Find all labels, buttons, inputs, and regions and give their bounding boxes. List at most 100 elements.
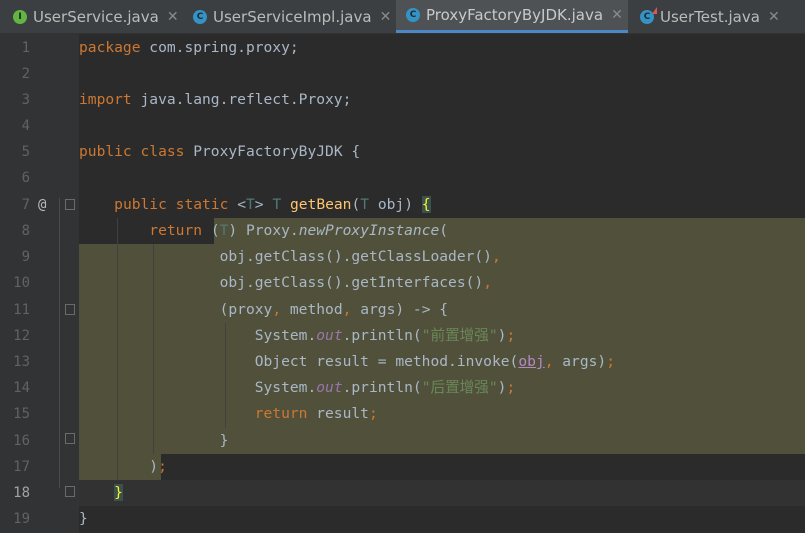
code-line-5: public class ProxyFactoryByJDK { — [79, 139, 360, 165]
tab-proxyfactorybyjdk[interactable]: C ProxyFactoryByJDK.java ✕ — [396, 0, 628, 33]
code-text: com.spring.proxy; — [140, 39, 299, 56]
punctuation: , — [272, 301, 282, 318]
line-number: 5 — [21, 144, 30, 160]
test-class-icon: C — [640, 6, 657, 24]
type-param: T — [360, 196, 370, 213]
code-text: result — [307, 405, 369, 422]
line-number: 9 — [21, 249, 30, 265]
method-name: getBean — [289, 196, 352, 213]
class-name: ProxyFactoryByJDK { — [184, 143, 361, 160]
code-line-8: return (T) Proxy.newProxyInstance( — [79, 218, 448, 244]
punctuation: , — [483, 274, 492, 291]
code-text: method — [281, 301, 343, 318]
close-icon[interactable]: ✕ — [768, 9, 780, 25]
code-line-12: System.out.println("前置增强"); — [79, 323, 516, 349]
string-literal: "前置增强" — [421, 327, 498, 344]
code-text: args) -> { — [351, 301, 449, 318]
fold-icon[interactable] — [65, 199, 75, 210]
punctuation: , — [491, 248, 501, 265]
override-marker-icon[interactable]: @ — [38, 192, 46, 218]
fold-icon[interactable] — [65, 304, 75, 315]
code-line-19: } — [79, 506, 88, 532]
captured-variable: obj — [518, 353, 545, 370]
line-number: 10 — [13, 275, 30, 291]
line-number: 1 — [21, 40, 30, 56]
close-icon[interactable]: ✕ — [380, 9, 392, 25]
interface-icon: I — [13, 9, 27, 24]
code-text: > — [254, 196, 264, 213]
punctuation: ; — [158, 458, 167, 475]
code-text: ) — [149, 458, 159, 475]
code-line-18: } — [79, 480, 123, 506]
editor-tab-bar: I UserService.java ✕ C UserServiceImpl.j… — [0, 0, 805, 34]
line-number: 15 — [13, 406, 30, 422]
close-icon[interactable]: ✕ — [611, 7, 623, 23]
tab-userserviceimpl[interactable]: C UserServiceImpl.java ✕ — [193, 0, 393, 33]
code-text: args) — [553, 353, 607, 370]
static-field: out — [316, 327, 343, 344]
code-text: < — [237, 196, 246, 213]
code-text: .println( — [342, 327, 422, 344]
code-line-13: Object result = method.invoke(obj, args)… — [79, 349, 615, 375]
code-text: } — [79, 510, 88, 527]
tab-usertest[interactable]: C UserTest.java ✕ — [640, 0, 800, 33]
current-line-highlight — [79, 480, 805, 506]
code-text: ( — [439, 222, 449, 239]
line-number: 3 — [21, 92, 30, 108]
code-text: java.lang.reflect.Proxy; — [131, 91, 352, 108]
punctuation: ; — [368, 405, 378, 422]
code-line-10: obj.getClass().getInterfaces(), — [79, 270, 492, 296]
static-field: out — [316, 379, 343, 396]
code-line-1: package com.spring.proxy; — [79, 35, 299, 61]
class-icon: C — [406, 8, 420, 22]
code-line-14: System.out.println("后置增强"); — [79, 375, 516, 401]
tab-label: ProxyFactoryByJDK.java — [426, 6, 604, 24]
line-number: 11 — [13, 302, 30, 318]
code-text: System. — [254, 379, 317, 396]
line-number: 8 — [21, 223, 30, 239]
code-text: (proxy — [219, 301, 273, 318]
code-text: obj.getClass().getClassLoader() — [219, 248, 492, 265]
gutter-divider — [59, 198, 60, 488]
fold-icon[interactable] — [65, 486, 75, 497]
code-text: System. — [254, 327, 317, 344]
keyword: public — [114, 196, 167, 213]
close-icon[interactable]: ✕ — [167, 9, 179, 25]
type-param: T — [272, 196, 282, 213]
line-number: 4 — [21, 118, 30, 134]
code-text: obj.getClass().getInterfaces() — [219, 274, 484, 291]
code-text: Object result = method.invoke( — [254, 353, 519, 370]
line-number: 6 — [21, 170, 30, 186]
code-text: obj) — [369, 196, 422, 213]
line-number: 14 — [13, 380, 30, 396]
tab-label: UserServiceImpl.java — [213, 7, 372, 26]
code-line-16: } — [79, 428, 229, 454]
static-method: newProxyInstance — [298, 222, 440, 239]
line-number: 7 — [21, 197, 30, 213]
code-text: } — [219, 432, 229, 449]
code-text: ) Proxy. — [228, 222, 299, 239]
line-gutter: 1 2 3 4 5 6 7 8 9 10 11 12 13 14 15 16 1… — [0, 34, 79, 533]
line-number: 16 — [13, 433, 30, 449]
type-param: T — [245, 196, 255, 213]
class-icon: C — [193, 9, 207, 24]
line-number: 18 — [13, 485, 30, 501]
line-number: 19 — [13, 511, 30, 527]
code-text: ( — [210, 222, 220, 239]
fold-icon[interactable] — [65, 433, 75, 444]
code-editor[interactable]: 1 2 3 4 5 6 7 8 9 10 11 12 13 14 15 16 1… — [0, 34, 805, 533]
matched-brace: { — [421, 196, 431, 213]
code-line-9: obj.getClass().getClassLoader(), — [79, 244, 501, 270]
code-line-17: ); — [79, 454, 167, 480]
tab-label: UserService.java — [33, 7, 159, 26]
code-line-3: import java.lang.reflect.Proxy; — [79, 87, 351, 113]
tab-userservice[interactable]: I UserService.java ✕ — [13, 0, 183, 33]
keyword: package — [79, 39, 141, 56]
punctuation: ; — [506, 327, 516, 344]
tab-label: UserTest.java — [660, 7, 760, 26]
code-line-11: (proxy, method, args) -> { — [79, 297, 448, 323]
line-number: 12 — [13, 328, 30, 344]
line-number: 17 — [13, 459, 30, 475]
string-literal: "后置增强" — [421, 379, 498, 396]
matched-brace: } — [114, 484, 123, 501]
